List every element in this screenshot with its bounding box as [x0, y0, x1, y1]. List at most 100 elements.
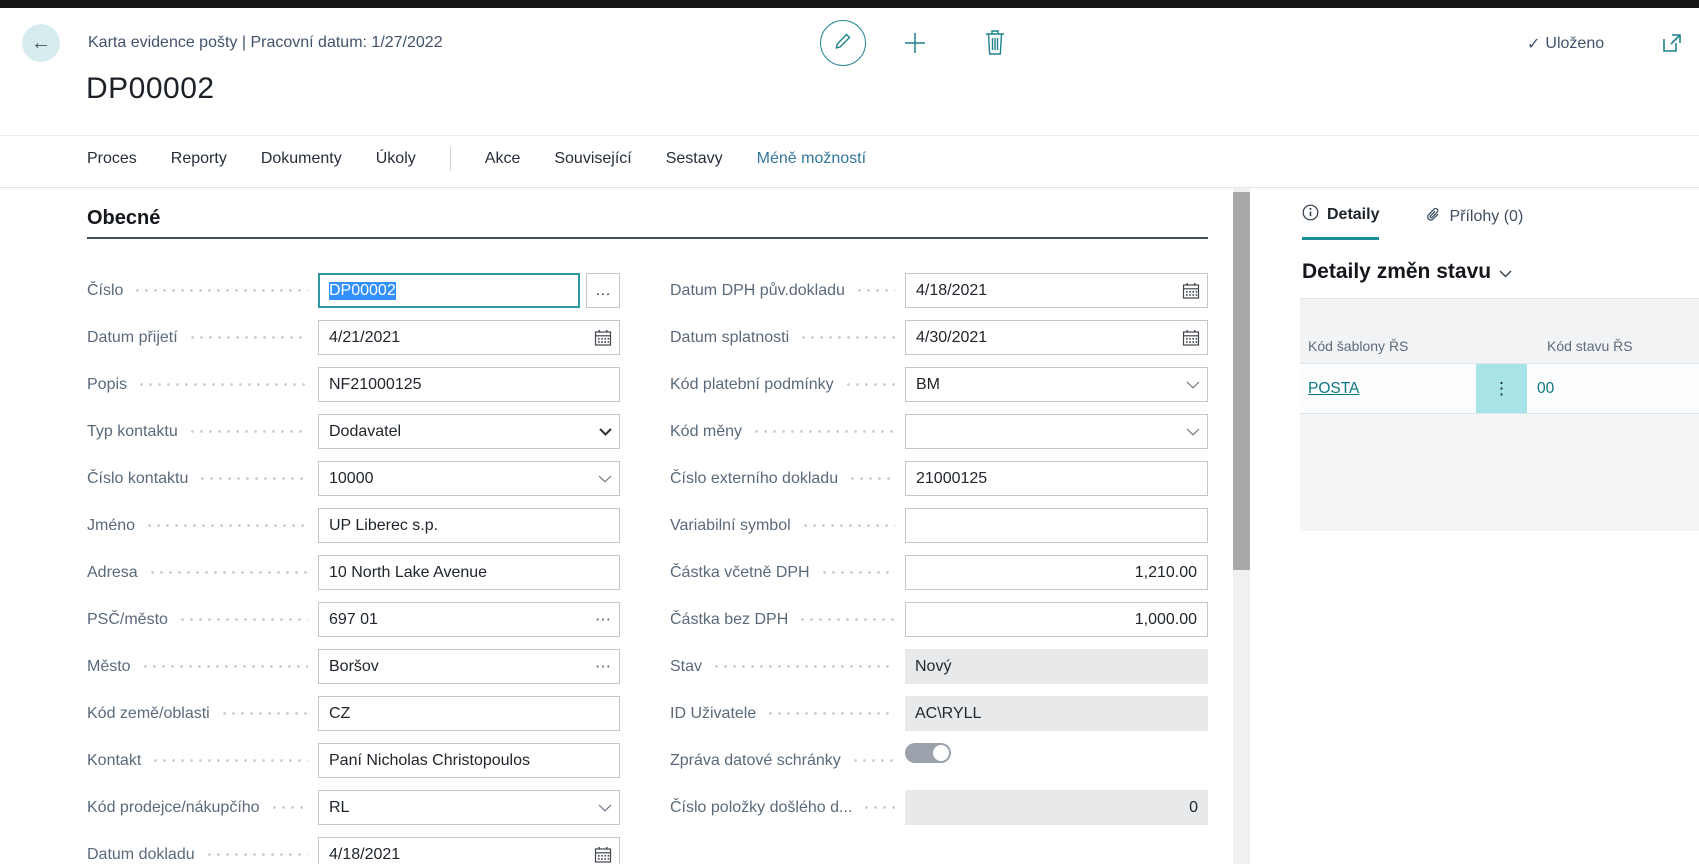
field-kod-prodejce-nakupciho[interactable]: RL: [318, 790, 620, 825]
field-control: Boršov⋯: [318, 649, 620, 684]
field-label: Číslo položky došlého d...: [670, 799, 852, 817]
edit-button[interactable]: [820, 20, 866, 66]
menu-item-reporty[interactable]: Reporty: [171, 150, 227, 168]
menu-item-souvisejici[interactable]: Související: [554, 150, 631, 168]
tab-prilohy-0[interactable]: Přílohy (0): [1425, 204, 1523, 240]
delete-button[interactable]: [983, 29, 1007, 56]
field-stav: Nový: [905, 649, 1208, 684]
divider: [0, 135, 1699, 136]
chevron-down-icon: [599, 428, 612, 436]
form-field-row: ID UživateleAC\RYLL: [670, 690, 1208, 737]
dotted-leader: [133, 289, 308, 292]
section-underline: [87, 237, 1208, 239]
field-kod-meny[interactable]: [905, 414, 1208, 449]
field-kontakt[interactable]: Paní Nicholas Christopoulos: [318, 743, 620, 778]
menu-item-dokumenty[interactable]: Dokumenty: [261, 150, 342, 168]
popout-button[interactable]: [1660, 31, 1684, 55]
field-label: Kód prodejce/nákupčího: [87, 799, 260, 817]
form-field-row: Datum dokladu 4/18/2021: [87, 831, 620, 864]
field-value: 4/18/2021: [916, 282, 987, 300]
field-control: BM: [905, 367, 1208, 402]
new-button[interactable]: [903, 31, 927, 55]
assist-edit-button[interactable]: …: [586, 273, 620, 308]
field-variabilni-symbol[interactable]: [905, 508, 1208, 543]
field-cislo-externiho-dokladu[interactable]: 21000125: [905, 461, 1208, 496]
form-field-row: Částka včetně DPH1,210.00: [670, 549, 1208, 596]
tab-detaily[interactable]: Detaily: [1302, 204, 1379, 240]
dotted-leader: [820, 571, 895, 574]
row-menu-button[interactable]: ⋮: [1476, 364, 1527, 413]
form-field-row: Číslo DP00002…: [87, 267, 620, 314]
form-field-row: Variabilní symbol: [670, 502, 1208, 549]
field-label: Datum dokladu: [87, 846, 195, 864]
field-typ-kontaktu[interactable]: Dodavatel: [318, 414, 620, 449]
field-castka-vcetne-dph[interactable]: 1,210.00: [905, 555, 1208, 590]
page-title: DP00002: [86, 72, 215, 106]
field-datum-prijeti[interactable]: 4/21/2021: [318, 320, 620, 355]
field-label: Adresa: [87, 564, 138, 582]
field-control: 4/18/2021: [905, 273, 1208, 308]
dotted-leader: [798, 618, 895, 621]
app-window: ← Karta evidence pošty | Pracovní datum:…: [0, 0, 1699, 864]
table-row: POSTA ⋮ 00: [1300, 363, 1699, 414]
trash-icon: [983, 43, 1007, 60]
dotted-leader: [188, 336, 308, 339]
form-field-row: Číslo kontaktu10000: [87, 455, 620, 502]
field-datum-dokladu[interactable]: 4/18/2021: [318, 837, 620, 864]
field-control: 10000: [318, 461, 620, 496]
field-adresa[interactable]: 10 North Lake Avenue: [318, 555, 620, 590]
section-title-obecne: Obecné: [87, 207, 160, 230]
field-datum-dph-puv-dokladu[interactable]: 4/18/2021: [905, 273, 1208, 308]
field-control: 697 01⋯: [318, 602, 620, 637]
menu-item-ukoly[interactable]: Úkoly: [376, 150, 416, 168]
column-header-status[interactable]: Kód stavu ŘS: [1547, 338, 1633, 354]
menu-item-proces[interactable]: Proces: [87, 150, 137, 168]
field-datum-splatnosti[interactable]: 4/30/2021: [905, 320, 1208, 355]
field-label: Datum splatnosti: [670, 329, 789, 347]
field-control: [905, 743, 1208, 778]
field-kod-zeme-oblasti[interactable]: CZ: [318, 696, 620, 731]
field-value: Nový: [915, 658, 951, 676]
field-mesto[interactable]: Boršov: [318, 649, 620, 684]
field-cislo[interactable]: DP00002: [318, 273, 580, 308]
field-castka-bez-dph[interactable]: 1,000.00: [905, 602, 1208, 637]
field-psc-mesto[interactable]: 697 01: [318, 602, 620, 637]
field-value: 10000: [329, 470, 374, 488]
dotted-leader: [141, 665, 308, 668]
field-value: 697 01: [329, 611, 378, 629]
factbox-heading[interactable]: Detaily změn stavu: [1302, 260, 1512, 284]
form-field-row: KontaktPaní Nicholas Christopoulos: [87, 737, 620, 784]
check-icon: ✓: [1527, 34, 1540, 54]
column-header-template[interactable]: Kód šablony ŘS: [1308, 338, 1408, 354]
scrollbar-thumb[interactable]: [1233, 192, 1250, 570]
field-kod-platebni-podminky[interactable]: BM: [905, 367, 1208, 402]
form-field-row: PSČ/město697 01⋯: [87, 596, 620, 643]
field-popis[interactable]: NF21000125: [318, 367, 620, 402]
field-control: DP00002…: [318, 273, 620, 308]
field-value: Paní Nicholas Christopoulos: [329, 752, 530, 770]
field-control: [905, 414, 1208, 449]
factbox-tabs: Detaily Přílohy (0): [1302, 204, 1523, 240]
field-control: Nový: [905, 649, 1208, 684]
field-label: Kód měny: [670, 423, 742, 441]
menu-item-more-options[interactable]: Méně možností: [757, 150, 866, 168]
field-label: Částka bez DPH: [670, 611, 788, 629]
toggle-zprava-datove-schranky[interactable]: [905, 743, 951, 763]
field-jmeno[interactable]: UP Liberec s.p.: [318, 508, 620, 543]
back-button[interactable]: ←: [22, 24, 60, 62]
menu-item-sestavy[interactable]: Sestavy: [666, 150, 723, 168]
field-control: CZ: [318, 696, 620, 731]
status-change-table: Kód šablony ŘS Kód stavu ŘS POSTA ⋮ 00: [1300, 298, 1699, 531]
dotted-leader: [198, 477, 308, 480]
dotted-leader: [137, 383, 308, 386]
field-control: NF21000125: [318, 367, 620, 402]
field-control: 4/21/2021: [318, 320, 620, 355]
dotted-leader: [220, 712, 308, 715]
paperclip-icon: [1425, 206, 1441, 228]
menu-item-akce[interactable]: Akce: [485, 150, 521, 168]
field-label: Číslo: [87, 282, 123, 300]
template-code-link[interactable]: POSTA: [1308, 380, 1359, 398]
field-cislo-kontaktu[interactable]: 10000: [318, 461, 620, 496]
menu-divider: [450, 147, 451, 171]
field-value: 1,210.00: [1135, 564, 1197, 582]
